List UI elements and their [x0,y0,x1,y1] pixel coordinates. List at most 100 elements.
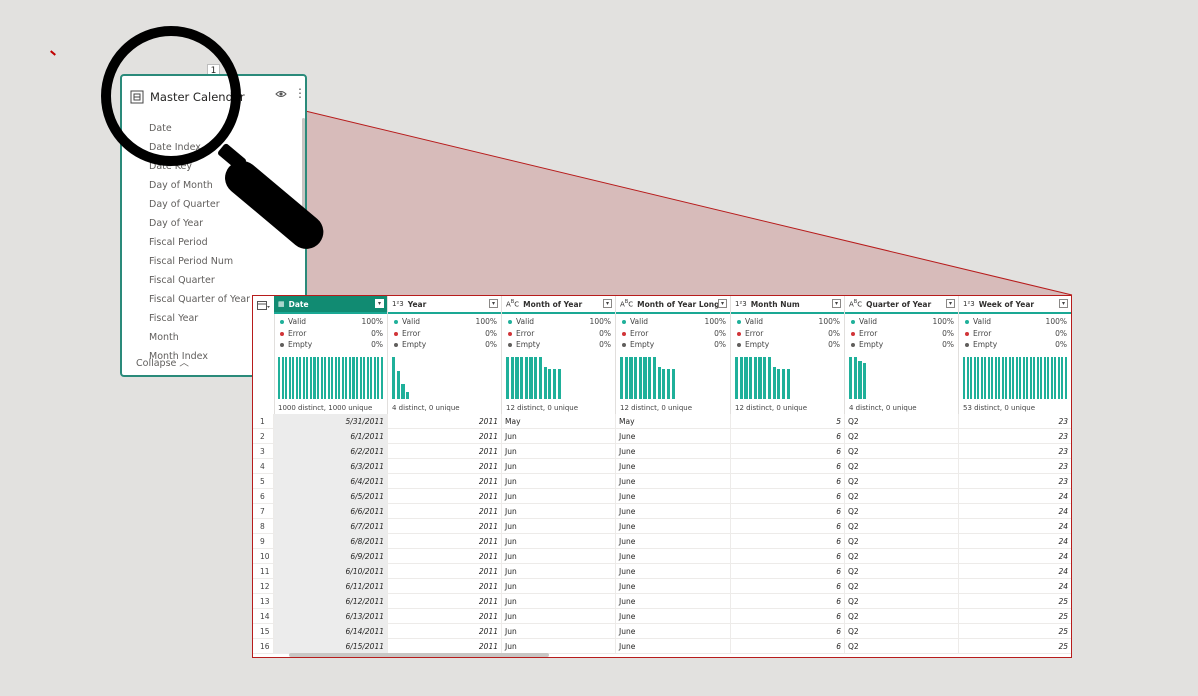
number-type-icon[interactable]: 1²3 [735,300,747,308]
column-header[interactable]: ABC Quarter of Year ▾ [845,296,958,314]
column-header[interactable]: 1²3 Week of Year ▾ [959,296,1071,314]
column-header[interactable]: ABC Month of Year ▾ [502,296,615,314]
table-cell[interactable]: 6/4/2011 [274,474,388,489]
table-cell[interactable]: Jun [502,444,616,459]
table-cell[interactable]: 2011 [388,594,502,609]
filter-dropdown-icon[interactable]: ▾ [1059,299,1068,308]
table-cell[interactable]: June [616,624,731,639]
table-cell[interactable]: 2011 [388,534,502,549]
more-options-icon[interactable]: ⋮ [294,87,305,99]
table-cell[interactable]: 6 [731,564,845,579]
table-cell[interactable]: 6 [731,579,845,594]
table-cell[interactable]: 2011 [388,504,502,519]
table-row[interactable]: 3 6/2/2011 2011 Jun June 6 Q2 23 [253,444,1071,459]
text-type-icon[interactable]: ABC [506,299,519,308]
table-cell[interactable]: 6 [731,504,845,519]
table-cell[interactable]: 6 [731,639,845,654]
table-cell[interactable]: 23 [959,474,1071,489]
table-cell[interactable]: June [616,579,731,594]
table-cell[interactable]: 25 [959,609,1071,624]
table-cell[interactable]: Jun [502,429,616,444]
table-cell[interactable]: 6 [731,459,845,474]
field-item[interactable]: Fiscal Quarter [149,271,299,290]
table-cell[interactable]: 6 [731,594,845,609]
table-cell[interactable]: 6 [731,444,845,459]
column-header[interactable]: 1²3 Year ▾ [388,296,501,314]
table-cell[interactable]: 6 [731,534,845,549]
table-row[interactable]: 6 6/5/2011 2011 Jun June 6 Q2 24 [253,489,1071,504]
column-header[interactable]: ABC Month of Year Long ▾ [616,296,730,314]
table-cell[interactable]: Jun [502,594,616,609]
table-cell[interactable]: 23 [959,444,1071,459]
table-cell[interactable]: June [616,639,731,654]
table-cell[interactable]: 6/6/2011 [274,504,388,519]
table-cell[interactable]: 6 [731,609,845,624]
table-cell[interactable]: 2011 [388,609,502,624]
table-cell[interactable]: 23 [959,429,1071,444]
table-cell[interactable]: 6/11/2011 [274,579,388,594]
table-row[interactable]: 2 6/1/2011 2011 Jun June 6 Q2 23 [253,429,1071,444]
collapse-button[interactable]: Collapse ︿ [136,355,189,369]
table-cell[interactable]: 6 [731,489,845,504]
table-cell[interactable]: 6/3/2011 [274,459,388,474]
table-cell[interactable]: 6/9/2011 [274,549,388,564]
filter-dropdown-icon[interactable]: ▾ [489,299,498,308]
table-cell[interactable]: Jun [502,534,616,549]
table-cell[interactable]: Q2 [845,639,959,654]
table-cell[interactable]: 25 [959,594,1071,609]
table-cell[interactable]: Jun [502,609,616,624]
table-row[interactable]: 5 6/4/2011 2011 Jun June 6 Q2 23 [253,474,1071,489]
table-cell[interactable]: 24 [959,564,1071,579]
table-cell[interactable]: 2011 [388,474,502,489]
table-row[interactable]: 11 6/10/2011 2011 Jun June 6 Q2 24 [253,564,1071,579]
table-cell[interactable]: 2011 [388,429,502,444]
table-cell[interactable]: 24 [959,489,1071,504]
table-cell[interactable]: June [616,444,731,459]
table-cell[interactable]: Q2 [845,459,959,474]
grid-corner[interactable] [253,296,275,414]
table-cell[interactable]: 6 [731,474,845,489]
table-cell[interactable]: Q2 [845,609,959,624]
table-row[interactable]: 15 6/14/2011 2011 Jun June 6 Q2 25 [253,624,1071,639]
table-cell[interactable]: 2011 [388,564,502,579]
filter-dropdown-icon[interactable]: ▾ [375,299,384,308]
table-cell[interactable]: 6/15/2011 [274,639,388,654]
table-cell[interactable]: 24 [959,534,1071,549]
table-row[interactable]: 14 6/13/2011 2011 Jun June 6 Q2 25 [253,609,1071,624]
table-cell[interactable]: June [616,504,731,519]
table-cell[interactable]: 2011 [388,624,502,639]
table-cell[interactable]: Q2 [845,489,959,504]
table-cell[interactable]: 6 [731,624,845,639]
table-cell[interactable]: Jun [502,579,616,594]
table-row[interactable]: 4 6/3/2011 2011 Jun June 6 Q2 23 [253,459,1071,474]
table-cell[interactable]: Jun [502,564,616,579]
table-row[interactable]: 7 6/6/2011 2011 Jun June 6 Q2 24 [253,504,1071,519]
table-cell[interactable]: Q2 [845,429,959,444]
table-cell[interactable]: Jun [502,624,616,639]
table-cell[interactable]: 2011 [388,459,502,474]
table-cell[interactable]: June [616,474,731,489]
table-cell[interactable]: 5 [731,414,845,429]
filter-dropdown-icon[interactable]: ▾ [832,299,841,308]
table-cell[interactable]: 24 [959,504,1071,519]
table-cell[interactable]: 24 [959,579,1071,594]
table-cell[interactable]: 2011 [388,579,502,594]
table-cell[interactable]: Jun [502,504,616,519]
table-cell[interactable]: 2011 [388,639,502,654]
table-cell[interactable]: 6 [731,519,845,534]
column-header[interactable]: 1²3 Month Num ▾ [731,296,844,314]
horizontal-scrollbar[interactable] [289,653,549,657]
table-menu-icon[interactable] [257,301,270,311]
table-cell[interactable]: 23 [959,459,1071,474]
table-cell[interactable]: 2011 [388,489,502,504]
table-cell[interactable]: 6/13/2011 [274,609,388,624]
table-cell[interactable]: Q2 [845,549,959,564]
table-cell[interactable]: 2011 [388,414,502,429]
table-row[interactable]: 12 6/11/2011 2011 Jun June 6 Q2 24 [253,579,1071,594]
table-cell[interactable]: Q2 [845,579,959,594]
number-type-icon[interactable]: 1²3 [963,300,975,308]
table-cell[interactable]: 6/2/2011 [274,444,388,459]
table-cell[interactable]: 6/5/2011 [274,489,388,504]
table-cell[interactable]: 25 [959,639,1071,654]
table-cell[interactable]: May [616,414,731,429]
